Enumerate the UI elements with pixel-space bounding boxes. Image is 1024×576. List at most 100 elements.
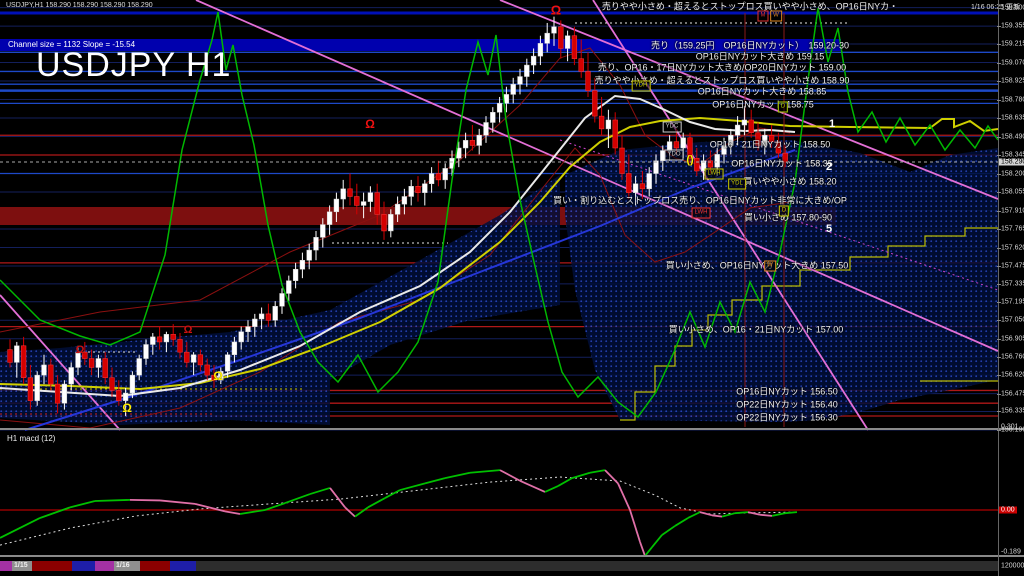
price-axis-label: 158.490 [1001, 133, 1024, 140]
price-axis-tick [997, 63, 1001, 64]
level-badge: D [779, 206, 789, 217]
price-axis-tick [997, 266, 1001, 267]
signal-marker-icon: Ω [184, 324, 193, 336]
annotation-text: OP16日NYカット大きめ 158.85 [698, 85, 827, 98]
macd-current-value-tag: 0.00 [999, 507, 1017, 514]
price-axis-label: 157.475 [1001, 263, 1024, 270]
price-axis-label: 157.910 [1001, 207, 1024, 214]
signal-marker-icon: () [686, 154, 693, 166]
pane-separator-bottom[interactable] [0, 555, 1024, 557]
price-axis-tick [997, 174, 1001, 175]
price-axis-label: 158.635 [1001, 115, 1024, 122]
price-axis-tick [997, 394, 1001, 395]
timeline-segment[interactable] [95, 561, 114, 571]
price-axis-label: 156.905 [1001, 335, 1024, 342]
level-badge: YDL [728, 179, 746, 190]
price-axis-tick [997, 100, 1001, 101]
wave-count-number: 2 [826, 161, 832, 173]
price-axis-label: 156.760 [1001, 354, 1024, 361]
price-axis-tick [997, 44, 1001, 45]
annotation-text: OP16日NYカット 156.50 [736, 385, 838, 398]
price-axis-label: 157.620 [1001, 244, 1024, 251]
level-badge: YDH [632, 81, 651, 92]
macd-indicator-label: H1 macd (12) [7, 434, 55, 443]
price-axis-tick [997, 375, 1001, 376]
price-axis-label: 157.195 [1001, 298, 1024, 305]
annotation-text: 買い小さめ、OP16・21日NYカット 157.00 [669, 323, 844, 336]
price-axis-tick [997, 302, 1001, 303]
annotation-text: 買い小さめ、OP16日NYカット大きめ 157.50 [666, 259, 849, 272]
volume-scale-label: 120000 [1001, 563, 1024, 570]
price-axis-tick [997, 192, 1001, 193]
level-badge: YDO [664, 150, 683, 161]
symbol-watermark: USDJPY H1 [36, 46, 231, 85]
symbol-ohlc-readout: USDJPY,H1 158.290 158.290 158.290 158.29… [6, 2, 153, 9]
timeline-segment[interactable] [32, 561, 72, 571]
price-axis-tick [997, 357, 1001, 358]
price-axis-tick [997, 155, 1001, 156]
wave-count-number: 1 [829, 118, 835, 130]
level-badge: D [778, 102, 788, 113]
price-axis-tick [997, 81, 1001, 82]
price-axis-label: 156.190 [1001, 427, 1024, 434]
current-price-tag: 158.290 [999, 159, 1024, 166]
price-axis-label: 158.780 [1001, 96, 1024, 103]
price-axis-tick [997, 430, 1001, 431]
price-axis-tick [997, 284, 1001, 285]
annotation-text: 売り、OP16・17日NYカット大きめ/OP20日NYカット 159.00 [598, 61, 846, 74]
macd-axis-min: -0.189 [1001, 549, 1021, 556]
annotation-text: OP22日NYカット 156.40 [736, 398, 838, 411]
timeline-date-label: 1/16 [116, 562, 130, 569]
price-axis-label: 157.335 [1001, 280, 1024, 287]
price-axis-label: 157.765 [1001, 226, 1024, 233]
price-axis-tick [997, 339, 1001, 340]
price-axis-tick [997, 411, 1001, 412]
price-axis-label: 159.070 [1001, 59, 1024, 66]
price-axis-tick [997, 118, 1001, 119]
level-badge: W [764, 261, 776, 272]
annotation-text: OP16日NYカット 158.35 [731, 157, 833, 170]
annotation-text: 買いやや小さめ 158.20 [743, 175, 836, 188]
price-axis-label: 158.200 [1001, 170, 1024, 177]
timeline-segment[interactable] [72, 561, 95, 571]
chart-canvas[interactable] [0, 0, 1024, 576]
signal-marker-icon: Ω [76, 344, 85, 356]
annotation-text: 買い・割り込むとストップロス売り、OP16日NYカット非常に大きめ/OP [553, 194, 847, 207]
timeline-segment[interactable] [170, 561, 196, 571]
price-axis-border [998, 0, 999, 576]
annotation-text: 売りやや小さめ・超えるとストップロス買いやや小さめ、OP16日NYカ・ [602, 0, 898, 13]
price-axis-label: 159.355 [1001, 23, 1024, 30]
level-badge: W [770, 11, 782, 22]
timeline-date-label: 1/15 [14, 562, 28, 569]
price-axis-label: 156.335 [1001, 408, 1024, 415]
timeline-segment[interactable] [196, 561, 998, 571]
price-axis-tick [997, 211, 1001, 212]
level-badge: M [758, 11, 769, 22]
price-axis-label: 158.925 [1001, 78, 1024, 85]
price-axis-label: 157.050 [1001, 317, 1024, 324]
trading-chart-window: { "header": { "symbol_line": "USDJPY,H1 … [0, 0, 1024, 576]
price-axis-label: 159.215 [1001, 41, 1024, 48]
timeline-segment[interactable] [0, 561, 12, 571]
annotation-text: OP22日NYカット 156.30 [736, 411, 838, 424]
price-axis-label: 158.055 [1001, 189, 1024, 196]
price-axis-tick [997, 320, 1001, 321]
price-axis-label: 158.345 [1001, 152, 1024, 159]
signal-marker-icon: Ω [213, 369, 223, 383]
price-axis-tick [997, 8, 1001, 9]
level-badge: LWH [692, 208, 711, 219]
wave-count-number: 5 [826, 223, 832, 235]
pane-separator-top[interactable] [0, 428, 1024, 430]
level-badge: YDC [663, 122, 682, 133]
price-axis-label: 156.475 [1001, 390, 1024, 397]
signal-marker-icon: Ω [551, 3, 561, 18]
timeline-segment[interactable] [140, 561, 170, 571]
signal-marker-icon: Ω [122, 401, 132, 415]
price-axis-label: 159.500 [1001, 4, 1024, 11]
annotation-text: OP16日NYカット 158.75 [712, 98, 814, 111]
price-axis-tick [997, 229, 1001, 230]
signal-marker-icon: Ω [365, 117, 375, 131]
price-axis-tick [997, 137, 1001, 138]
price-axis-label: 156.620 [1001, 372, 1024, 379]
price-axis-tick [997, 248, 1001, 249]
